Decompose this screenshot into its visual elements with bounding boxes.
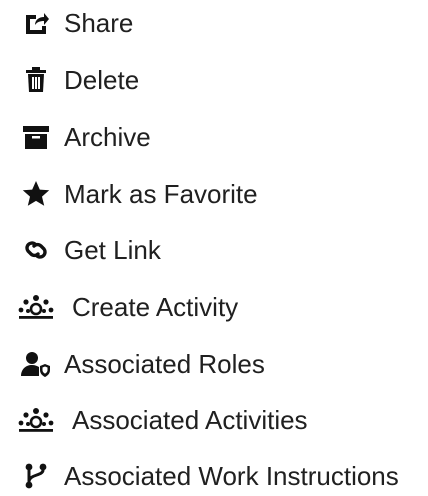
trash-icon xyxy=(16,66,56,94)
menu-item-share[interactable]: Share xyxy=(0,3,133,43)
menu-item-label: Associated Work Instructions xyxy=(64,461,399,491)
context-menu: Share Delete Archive Mark as Favorite Ge… xyxy=(0,0,428,493)
archive-icon xyxy=(16,123,56,151)
share-icon xyxy=(16,9,56,37)
activity-icon xyxy=(8,406,64,434)
user-role-icon xyxy=(16,350,56,378)
activity-icon xyxy=(8,293,64,321)
menu-item-label: Mark as Favorite xyxy=(64,179,258,209)
menu-item-create-activity[interactable]: Create Activity xyxy=(0,287,238,327)
link-icon xyxy=(16,236,56,264)
menu-item-label: Delete xyxy=(64,65,140,95)
menu-item-delete[interactable]: Delete xyxy=(0,60,139,100)
star-icon xyxy=(16,180,56,208)
menu-item-archive[interactable]: Archive xyxy=(0,117,151,157)
menu-item-mark-as-favorite[interactable]: Mark as Favorite xyxy=(0,174,258,214)
menu-item-label: Archive xyxy=(64,122,151,152)
menu-item-label: Associated Roles xyxy=(64,349,265,379)
menu-item-label: Get Link xyxy=(64,235,161,265)
menu-item-label: Share xyxy=(64,8,134,38)
menu-item-get-link[interactable]: Get Link xyxy=(0,230,161,270)
menu-item-associated-activities[interactable]: Associated Activities xyxy=(0,400,308,440)
menu-item-label: Create Activity xyxy=(72,292,239,322)
menu-item-associated-work-instructions[interactable]: Associated Work Instructions xyxy=(0,456,399,496)
menu-item-label: Associated Activities xyxy=(72,405,308,435)
branch-icon xyxy=(16,462,56,490)
menu-item-associated-roles[interactable]: Associated Roles xyxy=(0,344,265,384)
